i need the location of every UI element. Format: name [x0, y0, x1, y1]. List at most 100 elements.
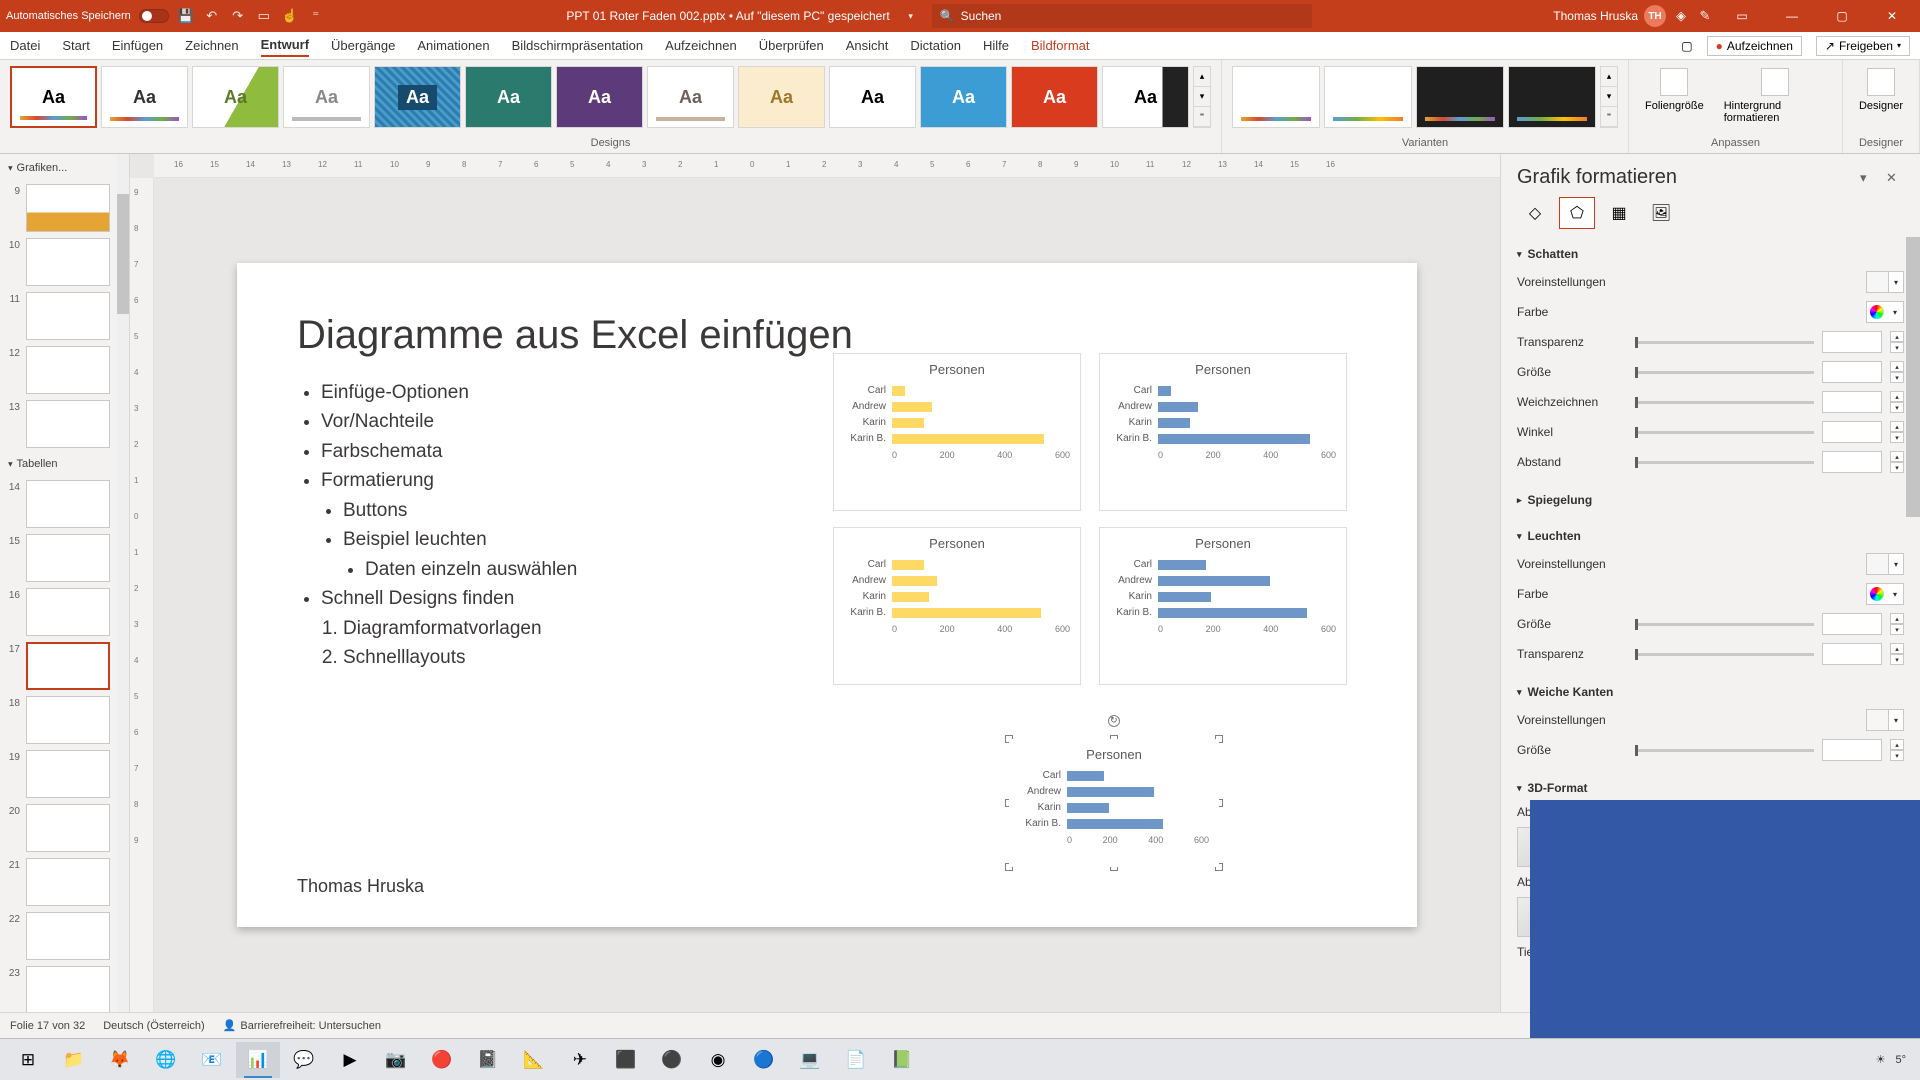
title-dropdown-icon[interactable]: ▾: [902, 7, 920, 25]
variant-thumb[interactable]: [1416, 66, 1504, 128]
section-tabellen[interactable]: Tabellen: [6, 454, 123, 474]
autosave-toggle[interactable]: [139, 9, 169, 23]
group-spiegelung[interactable]: Spiegelung: [1517, 487, 1904, 513]
slide-thumb[interactable]: [26, 750, 110, 798]
group-schatten[interactable]: Schatten: [1517, 241, 1904, 267]
slide-thumb[interactable]: [26, 588, 110, 636]
tab-start[interactable]: Start: [62, 35, 89, 56]
slide[interactable]: Diagramme aus Excel einfügen Einfüge-Opt…: [237, 263, 1417, 927]
slide-thumb[interactable]: [26, 346, 110, 394]
slide-thumb[interactable]: [26, 480, 110, 528]
theme-thumb[interactable]: Aa: [829, 66, 916, 128]
tab-aufzeichnen[interactable]: Aufzeichnen: [665, 35, 737, 56]
group-weiche-kanten[interactable]: Weiche Kanten: [1517, 679, 1904, 705]
chart-1[interactable]: PersonenCarlAndrewKarinKarin B.020040060…: [833, 353, 1081, 511]
app-icon[interactable]: ◉: [696, 1042, 740, 1078]
slideshow-icon[interactable]: ▭: [255, 7, 273, 25]
glow-transp-input[interactable]: [1822, 643, 1882, 665]
slide-thumb[interactable]: [26, 858, 110, 906]
chrome-icon[interactable]: 🌐: [144, 1042, 188, 1078]
tab-entwurf[interactable]: Entwurf: [261, 34, 309, 57]
glow-size-input[interactable]: [1822, 613, 1882, 635]
excel-icon[interactable]: 📗: [880, 1042, 924, 1078]
spinner[interactable]: ▴▾: [1890, 361, 1904, 383]
theme-thumb[interactable]: Aa: [647, 66, 734, 128]
start-icon[interactable]: ⊞: [6, 1042, 50, 1078]
ribbon-options-icon[interactable]: ▭: [1720, 0, 1764, 32]
accessibility-button[interactable]: 👤 Barrierefreiheit: Untersuchen: [223, 1019, 381, 1032]
minimize-icon[interactable]: —: [1770, 0, 1814, 32]
slide-thumb[interactable]: [26, 642, 110, 690]
tab-hilfe[interactable]: Hilfe: [983, 35, 1009, 56]
telegram-icon[interactable]: ✈: [558, 1042, 602, 1078]
tab-ueberpruefen[interactable]: Überprüfen: [759, 35, 824, 56]
spinner[interactable]: ▴▾: [1890, 331, 1904, 353]
ribbon-collapse-icon[interactable]: ▢: [1681, 39, 1692, 53]
save-icon[interactable]: 💾: [177, 7, 195, 25]
tab-einfuegen[interactable]: Einfügen: [112, 35, 163, 56]
pane-dropdown-icon[interactable]: ▾: [1860, 170, 1878, 186]
glow-preset-dropdown[interactable]: ▾: [1866, 553, 1904, 575]
soft-preset-dropdown[interactable]: ▾: [1866, 709, 1904, 731]
search-input[interactable]: [961, 9, 1304, 23]
tab-dictation[interactable]: Dictation: [910, 35, 961, 56]
transparency-input[interactable]: [1822, 331, 1882, 353]
user-chip[interactable]: Thomas Hruska TH: [1553, 5, 1666, 27]
effects-icon[interactable]: ⬠: [1559, 197, 1595, 229]
variant-thumb[interactable]: [1508, 66, 1596, 128]
maximize-icon[interactable]: ▢: [1820, 0, 1864, 32]
variant-thumb[interactable]: [1324, 66, 1412, 128]
thumbs-scrollbar[interactable]: [117, 154, 129, 1012]
spinner[interactable]: ▴▾: [1890, 613, 1904, 635]
app-icon[interactable]: 💻: [788, 1042, 832, 1078]
slide-size-button[interactable]: Foliengröße: [1637, 64, 1712, 128]
app-icon[interactable]: 🔵: [742, 1042, 786, 1078]
designer-button[interactable]: Designer: [1851, 64, 1911, 116]
app-icon[interactable]: 📄: [834, 1042, 878, 1078]
slide-thumb[interactable]: [26, 534, 110, 582]
group-3d-format[interactable]: 3D-Format: [1517, 775, 1904, 801]
tab-zeichnen[interactable]: Zeichnen: [185, 35, 238, 56]
theme-thumb[interactable]: Aa: [374, 66, 461, 128]
pane-close-icon[interactable]: ✕: [1886, 170, 1904, 186]
powerpoint-icon[interactable]: 📊: [236, 1042, 280, 1078]
rotation-handle-icon[interactable]: [1108, 715, 1120, 727]
spinner[interactable]: ▴▾: [1890, 643, 1904, 665]
bg-format-button[interactable]: Hintergrund formatieren: [1716, 64, 1834, 128]
soft-size-slider[interactable]: [1635, 749, 1814, 752]
variants-gallery-spinner[interactable]: ▴▾⁼: [1600, 66, 1618, 128]
glow-size-slider[interactable]: [1635, 623, 1814, 626]
qat-more-icon[interactable]: ⁼: [307, 7, 325, 25]
blur-slider[interactable]: [1635, 401, 1814, 404]
theme-thumb[interactable]: Aa: [283, 66, 370, 128]
fill-line-icon[interactable]: ◇: [1517, 197, 1553, 229]
size-props-icon[interactable]: ▦: [1601, 197, 1637, 229]
angle-input[interactable]: [1822, 421, 1882, 443]
slide-thumb[interactable]: [26, 912, 110, 960]
slide-thumb[interactable]: [26, 292, 110, 340]
theme-thumb[interactable]: Aa: [465, 66, 552, 128]
firefox-icon[interactable]: 🦊: [98, 1042, 142, 1078]
app-icon[interactable]: 💬: [282, 1042, 326, 1078]
slide-thumb[interactable]: [26, 400, 110, 448]
vlc-icon[interactable]: ▶: [328, 1042, 372, 1078]
close-icon[interactable]: ✕: [1870, 0, 1914, 32]
app-icon[interactable]: 🔴: [420, 1042, 464, 1078]
preset-dropdown[interactable]: ▾: [1866, 271, 1904, 293]
tab-animationen[interactable]: Animationen: [417, 35, 489, 56]
picture-icon[interactable]: 🖼: [1643, 197, 1679, 229]
color-dropdown[interactable]: ▾: [1866, 301, 1904, 323]
chart-3[interactable]: PersonenCarlAndrewKarinKarin B.020040060…: [833, 527, 1081, 685]
designs-gallery-spinner[interactable]: ▴▾⁼: [1193, 66, 1211, 128]
tab-uebergaenge[interactable]: Übergänge: [331, 35, 395, 56]
slide-thumb[interactable]: [26, 184, 110, 232]
app-icon[interactable]: ⬛: [604, 1042, 648, 1078]
visio-icon[interactable]: 📐: [512, 1042, 556, 1078]
slide-thumb[interactable]: [26, 238, 110, 286]
distance-input[interactable]: [1822, 451, 1882, 473]
chart-4[interactable]: PersonenCarlAndrewKarinKarin B.020040060…: [1099, 527, 1347, 685]
theme-thumb[interactable]: Aa: [556, 66, 643, 128]
weather-icon[interactable]: ☀: [1876, 1053, 1886, 1066]
explorer-icon[interactable]: 📁: [52, 1042, 96, 1078]
tab-ansicht[interactable]: Ansicht: [846, 35, 889, 56]
